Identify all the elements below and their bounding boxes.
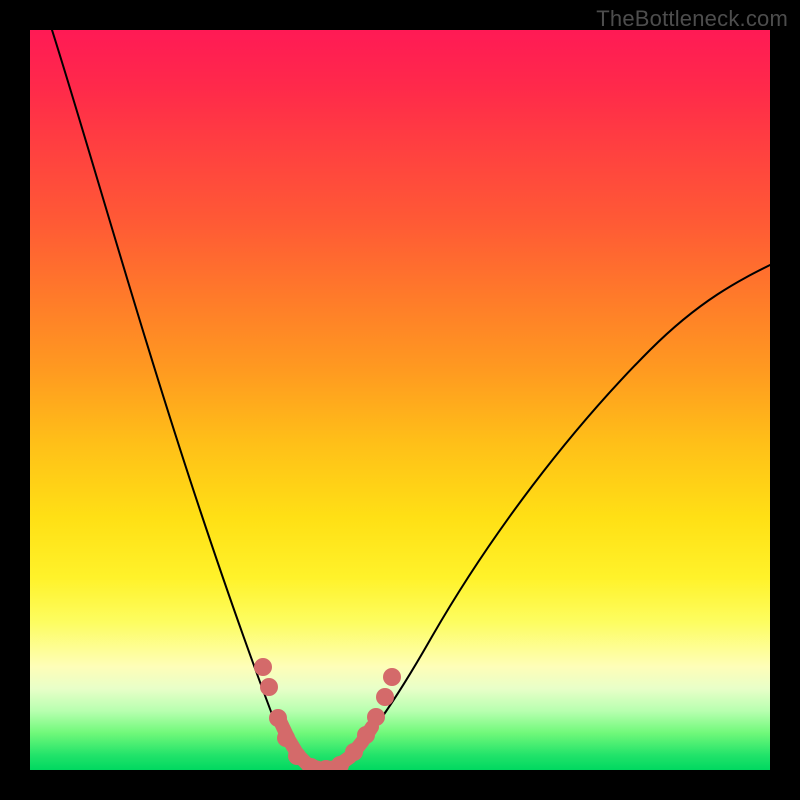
marker-dot: [345, 743, 363, 761]
chart-svg: [30, 30, 770, 770]
marker-dot: [357, 726, 375, 744]
marker-dot: [254, 658, 272, 676]
watermark-text: TheBottleneck.com: [596, 6, 788, 32]
marker-dot: [260, 678, 278, 696]
marker-dot: [376, 688, 394, 706]
marker-dot: [383, 668, 401, 686]
marker-dot: [269, 709, 287, 727]
marker-dot: [277, 729, 295, 747]
curve-left: [52, 30, 310, 768]
marker-dot: [367, 708, 385, 726]
outer-frame: TheBottleneck.com: [0, 0, 800, 800]
curve-right: [340, 265, 770, 768]
plot-area: [30, 30, 770, 770]
marker-dot: [288, 747, 306, 765]
